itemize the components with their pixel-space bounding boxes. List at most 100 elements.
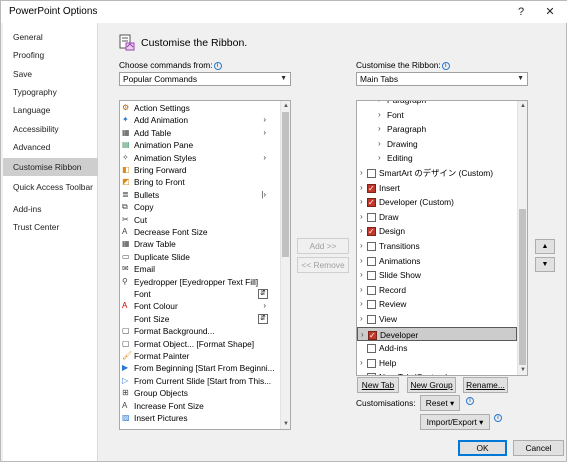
command-item[interactable]: Font ⇵: [120, 288, 280, 300]
command-item[interactable]: ▦ Draw Table: [120, 238, 280, 250]
scroll-up-icon[interactable]: ▲: [281, 101, 290, 111]
ribbon-tab-item[interactable]: › Insert: [357, 181, 517, 197]
tab-checkbox[interactable]: [367, 315, 376, 324]
expand-icon[interactable]: ›: [360, 224, 363, 239]
tab-checkbox[interactable]: [367, 344, 376, 354]
close-button[interactable]: ✕: [539, 3, 561, 21]
ribbon-tab-item[interactable]: › Paragraph: [357, 101, 517, 108]
tab-checkbox[interactable]: [367, 285, 376, 295]
sidebar-item-typography[interactable]: Typography: [3, 83, 98, 101]
move-down-button[interactable]: ▼: [535, 257, 555, 272]
expand-icon[interactable]: ›: [360, 166, 363, 181]
ok-button[interactable]: OK: [458, 440, 507, 456]
sidebar-item-proofing[interactable]: Proofing: [3, 46, 98, 64]
expand-icon[interactable]: ›: [360, 312, 363, 327]
expand-icon[interactable]: ›: [360, 370, 363, 375]
command-item[interactable]: ▢ Format Background...: [120, 325, 280, 337]
expand-icon[interactable]: ›: [360, 239, 363, 254]
command-item[interactable]: 🖌 Format Painter: [120, 350, 280, 362]
scroll-thumb[interactable]: [519, 209, 526, 365]
remove-button[interactable]: << Remove: [297, 257, 349, 273]
command-item[interactable]: ◩ Bring to Front: [120, 176, 280, 188]
tabs-tree-scrollbar[interactable]: ▲ ▼: [517, 101, 527, 375]
command-item[interactable]: ✧ Animation Styles ›: [120, 152, 280, 164]
sidebar-item-language[interactable]: Language: [3, 101, 98, 119]
tab-checkbox[interactable]: [367, 300, 376, 310]
command-item[interactable]: ⚲ Eyedropper [Eyedropper Text Fill]: [120, 276, 280, 288]
expand-icon[interactable]: ›: [361, 328, 364, 343]
tab-checkbox[interactable]: [367, 212, 376, 222]
tab-checkbox[interactable]: [367, 256, 376, 266]
commands-scrollbar[interactable]: ▲ ▼: [280, 101, 290, 429]
ribbon-tab-item[interactable]: › SmartArt のデザイン (Custom): [357, 166, 517, 181]
ribbon-tab-item[interactable]: › Developer: [357, 326, 517, 343]
expand-icon[interactable]: ›: [360, 195, 363, 210]
ribbon-tab-item[interactable]: › Developer (Custom): [357, 195, 517, 211]
choose-commands-dropdown[interactable]: Popular Commands ▼: [119, 72, 291, 86]
tab-checkbox[interactable]: [367, 373, 376, 375]
ribbon-tabs-tree[interactable]: › Paragraph › Font › Paragraph › Drawing › Editin…: [356, 100, 528, 376]
command-item[interactable]: ▤ Animation Pane: [120, 139, 280, 151]
customise-ribbon-dropdown[interactable]: Main Tabs ▼: [356, 72, 528, 86]
command-item[interactable]: ⚙ Action Settings: [120, 102, 280, 114]
expand-icon[interactable]: ›: [360, 268, 363, 283]
sidebar-item-general[interactable]: General: [3, 28, 98, 46]
ribbon-tab-item[interactable]: › Slide Show: [357, 268, 517, 283]
command-item[interactable]: ▨ Insert Pictures: [120, 412, 280, 424]
command-item[interactable]: A Font Colour ›: [120, 300, 280, 312]
command-item[interactable]: ▭ Duplicate Slide: [120, 251, 280, 263]
command-item[interactable]: A Decrease Font Size: [120, 226, 280, 238]
tab-checkbox[interactable]: [367, 196, 376, 211]
reset-button[interactable]: Reset ▾: [420, 395, 460, 411]
tab-checkbox[interactable]: [367, 182, 376, 196]
expand-icon[interactable]: ›: [378, 151, 381, 166]
cancel-button[interactable]: Cancel: [513, 440, 564, 456]
rename-button[interactable]: Rename...: [463, 377, 508, 393]
command-item[interactable]: ⧉ Copy: [120, 201, 280, 213]
command-item[interactable]: ▷ From Current Slide [Start from This...: [120, 375, 280, 387]
tab-checkbox[interactable]: [367, 271, 376, 281]
expand-icon[interactable]: ›: [378, 122, 381, 137]
new-tab-button[interactable]: New Tab: [357, 377, 399, 393]
ribbon-tab-item[interactable]: › Font: [357, 108, 517, 123]
command-item[interactable]: ≣ Bullets |›: [120, 189, 280, 201]
add-button[interactable]: Add >>: [297, 238, 349, 254]
scroll-down-icon[interactable]: ▼: [281, 419, 290, 429]
sidebar-item-save[interactable]: Save: [3, 65, 98, 83]
help-button[interactable]: ?: [510, 3, 532, 21]
ribbon-tab-item[interactable]: › Paragraph: [357, 122, 517, 137]
expand-icon[interactable]: ›: [360, 181, 363, 196]
command-item[interactable]: ▶ From Beginning [Start From Beginni...: [120, 362, 280, 374]
tab-checkbox[interactable]: [367, 358, 376, 368]
tab-checkbox[interactable]: [367, 225, 376, 240]
sidebar-item-advanced[interactable]: Advanced: [3, 138, 98, 156]
ribbon-tab-item[interactable]: › Editing: [357, 151, 517, 166]
expand-icon[interactable]: ›: [378, 137, 381, 152]
tab-checkbox[interactable]: [368, 329, 377, 343]
expand-icon[interactable]: ›: [360, 297, 363, 312]
import-export-button[interactable]: Import/Export ▾: [420, 414, 490, 430]
ribbon-tab-item[interactable]: › Draw: [357, 210, 517, 225]
ribbon-tab-item[interactable]: › Transitions: [357, 239, 517, 254]
command-item[interactable]: ◧ Bring Forward: [120, 164, 280, 176]
ribbon-tab-item[interactable]: › View: [357, 312, 517, 327]
scroll-thumb[interactable]: [282, 112, 289, 257]
scroll-down-icon[interactable]: ▼: [518, 365, 527, 375]
command-item[interactable]: ▢ Format Object... [Format Shape]: [120, 338, 280, 350]
scroll-up-icon[interactable]: ▲: [518, 101, 527, 111]
command-item[interactable]: ⊞ Group Objects: [120, 387, 280, 399]
move-up-button[interactable]: ▲: [535, 239, 555, 254]
sidebar-item-trust-center[interactable]: Trust Center: [3, 218, 98, 236]
ribbon-tab-item[interactable]: › Review: [357, 297, 517, 312]
expand-icon[interactable]: ›: [378, 108, 381, 123]
sidebar-item-accessibility[interactable]: Accessibility: [3, 120, 98, 138]
tab-checkbox[interactable]: [367, 242, 376, 251]
command-item[interactable]: ✉ Email: [120, 263, 280, 275]
expand-icon[interactable]: ›: [360, 254, 363, 269]
ribbon-tab-item[interactable]: › Help: [357, 356, 517, 371]
expand-icon[interactable]: ›: [360, 210, 363, 225]
tab-checkbox[interactable]: [367, 169, 376, 178]
command-item[interactable]: ▦ Add Table ›: [120, 127, 280, 139]
sidebar-item-quick-access-toolbar[interactable]: Quick Access Toolbar: [3, 178, 98, 196]
ribbon-tab-item[interactable]: › Design: [357, 224, 517, 240]
